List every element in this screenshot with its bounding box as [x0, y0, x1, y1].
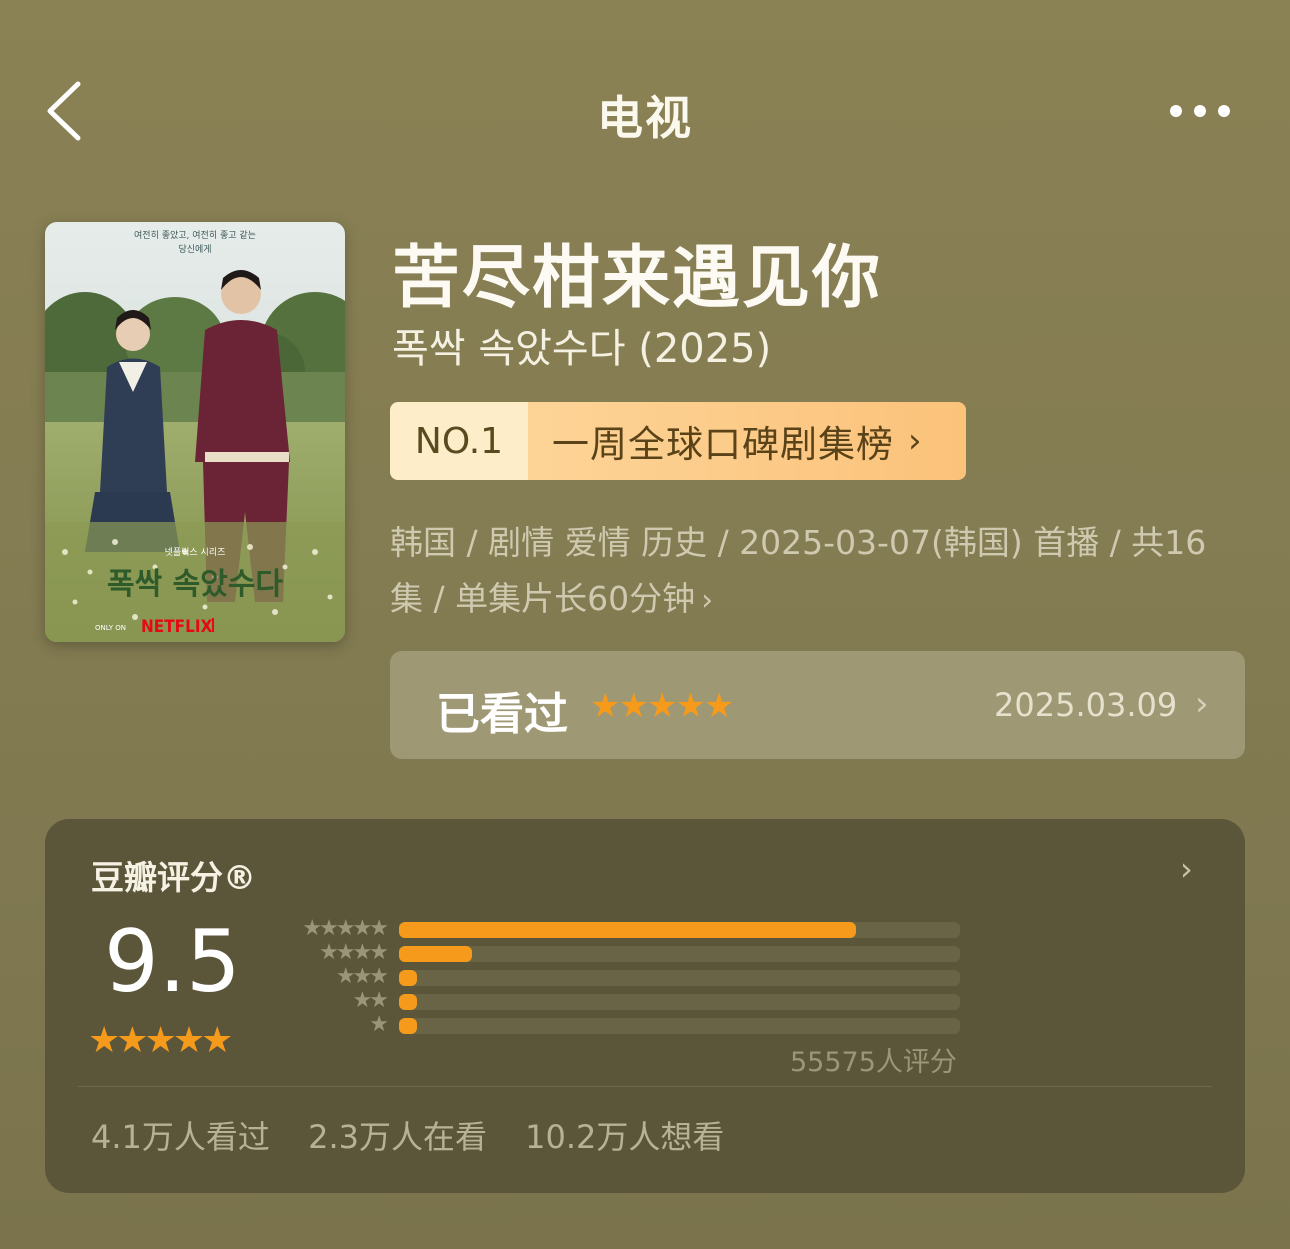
want-count[interactable]: 10.2万人想看 [525, 1118, 724, 1156]
chevron-right-icon: › [701, 583, 714, 618]
distribution-bar-track [399, 970, 960, 986]
poster-title-text: 폭싹 속았수다 [107, 567, 283, 602]
poster-artwork: 여전히 좋았고, 여전히 좋고 같는 당신에게 넷플릭스 시리즈 폭싹 속았수다… [45, 222, 345, 642]
page-title: 电视 [597, 91, 693, 145]
distribution-stars-5: ★★★★★ [302, 916, 389, 941]
distribution-bar-5 [399, 922, 856, 938]
poster-series-tag: 넷플릭스 시리즈 [165, 546, 226, 558]
watched-count[interactable]: 4.1万人看过 [91, 1118, 270, 1156]
distribution-stars-3: ★★★ [335, 964, 389, 989]
distribution-bar-4 [399, 946, 472, 962]
distribution-stars-1: ★ [369, 1012, 389, 1037]
chevron-right-icon: › [1195, 684, 1209, 724]
show-meta-info[interactable]: 韩国 / 剧情 爱情 历史 / 2025-03-07(韩国) 首播 / 共16集… [390, 515, 1210, 629]
watched-label: 已看过 [436, 689, 568, 740]
distribution-stars-4: ★★★★ [319, 940, 389, 965]
ranking-badge[interactable]: NO.1 一周全球口碑剧集榜 › [390, 402, 966, 480]
poster-only-on: ONLY ON [95, 624, 126, 632]
distribution-stars-2: ★★ [352, 988, 389, 1013]
ranking-label-text: 一周全球口碑剧集榜 [552, 423, 894, 466]
rating-count: 55575人评分 [790, 1047, 957, 1078]
more-dots-icon [1170, 105, 1230, 117]
audience-stats: 4.1万人看过 2.3万人在看 10.2万人想看 [91, 1112, 752, 1158]
chevron-right-icon[interactable]: › [1180, 850, 1193, 888]
poster-image[interactable]: 여전히 좋았고, 여전히 좋고 같는 당신에게 넷플릭스 시리즈 폭싹 속았수다… [45, 222, 345, 642]
distribution-bar-1 [399, 1018, 417, 1034]
rating-stars: ★★★★★ [88, 1020, 233, 1061]
distribution-bar-track [399, 994, 960, 1010]
distribution-bar-track [399, 946, 960, 962]
distribution-bar-2 [399, 994, 417, 1010]
poster-caption-line1: 여전히 좋았고, 여전히 좋고 같는 [134, 229, 256, 241]
user-rating-stars: ★★★★★ [590, 686, 734, 726]
rating-title: 豆瓣评分® [91, 858, 256, 897]
rating-score: 9.5 [104, 912, 241, 1012]
watched-date: 2025.03.09 [994, 686, 1178, 724]
show-title: 苦尽柑来遇见你 [392, 239, 883, 318]
chevron-right-icon: › [908, 421, 923, 461]
meta-text: 韩国 / 剧情 爱情 历史 / 2025-03-07(韩国) 首播 / 共16集… [390, 523, 1207, 618]
original-title: 폭싹 속았수다 (2025) [392, 326, 772, 372]
distribution-bar-3 [399, 970, 417, 986]
distribution-bar-track [399, 1018, 960, 1034]
poster-caption-line2: 당신에게 [178, 244, 211, 255]
netflix-logo: NETFLIX [141, 617, 213, 637]
distribution-bar-track [399, 922, 960, 938]
divider [78, 1086, 1212, 1087]
watching-count[interactable]: 2.3万人在看 [308, 1118, 487, 1156]
more-button[interactable] [1164, 96, 1236, 126]
rank-number: NO.1 [390, 402, 528, 480]
ranking-label: 一周全球口碑剧集榜 › [528, 402, 966, 480]
